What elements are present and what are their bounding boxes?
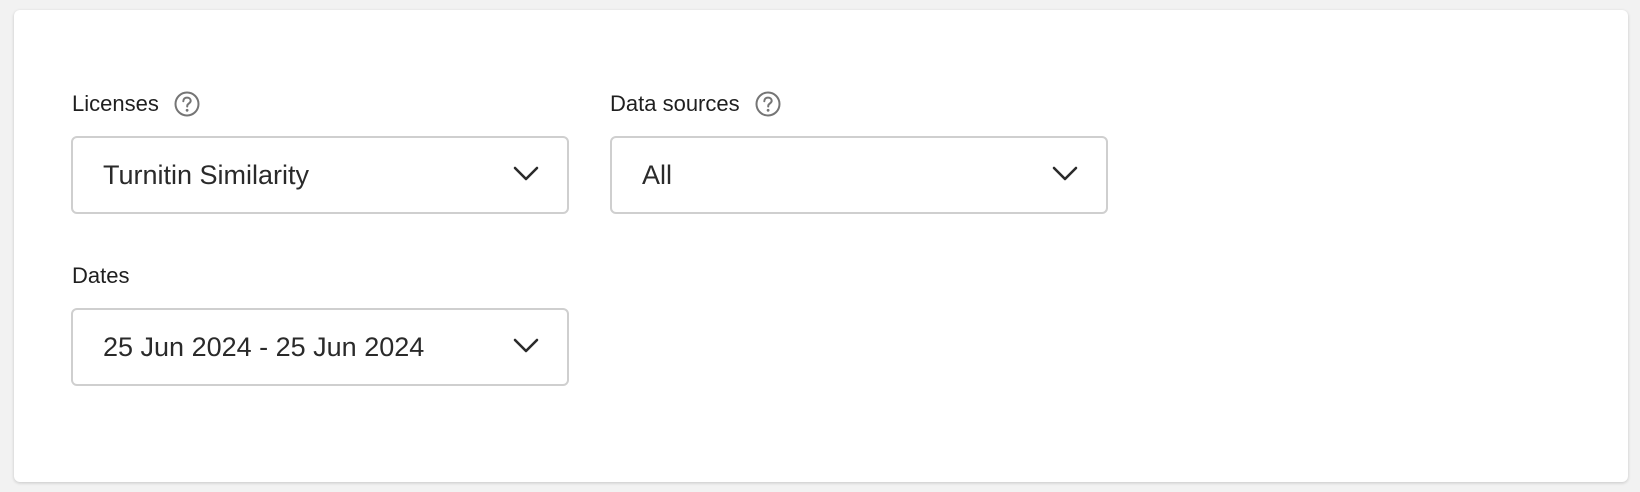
dates-label-row: Dates <box>72 261 129 291</box>
data-sources-field: Data sources <box>610 89 782 119</box>
help-circle-icon[interactable] <box>754 90 782 118</box>
dates-label: Dates <box>72 263 130 288</box>
licenses-label-row: Licenses <box>72 89 201 119</box>
data-sources-label-row: Data sources <box>610 89 782 119</box>
chevron-down-icon <box>513 338 539 353</box>
help-circle-icon[interactable] <box>173 90 201 118</box>
data-sources-select[interactable]: All <box>610 136 1108 214</box>
chevron-down-icon <box>1052 166 1078 181</box>
licenses-field: Licenses <box>72 89 201 119</box>
dates-select-value: 25 Jun 2024 - 25 Jun 2024 <box>103 332 425 362</box>
filters-card: Licenses Turnitin Similarity Data source… <box>14 10 1628 482</box>
licenses-select-value: Turnitin Similarity <box>103 160 310 190</box>
dates-field: Dates <box>72 261 129 291</box>
data-sources-label: Data sources <box>610 91 740 116</box>
licenses-select[interactable]: Turnitin Similarity <box>71 136 569 214</box>
dates-select[interactable]: 25 Jun 2024 - 25 Jun 2024 <box>71 308 569 386</box>
data-sources-select-value: All <box>642 160 673 190</box>
licenses-label: Licenses <box>72 91 159 116</box>
chevron-down-icon <box>513 166 539 181</box>
